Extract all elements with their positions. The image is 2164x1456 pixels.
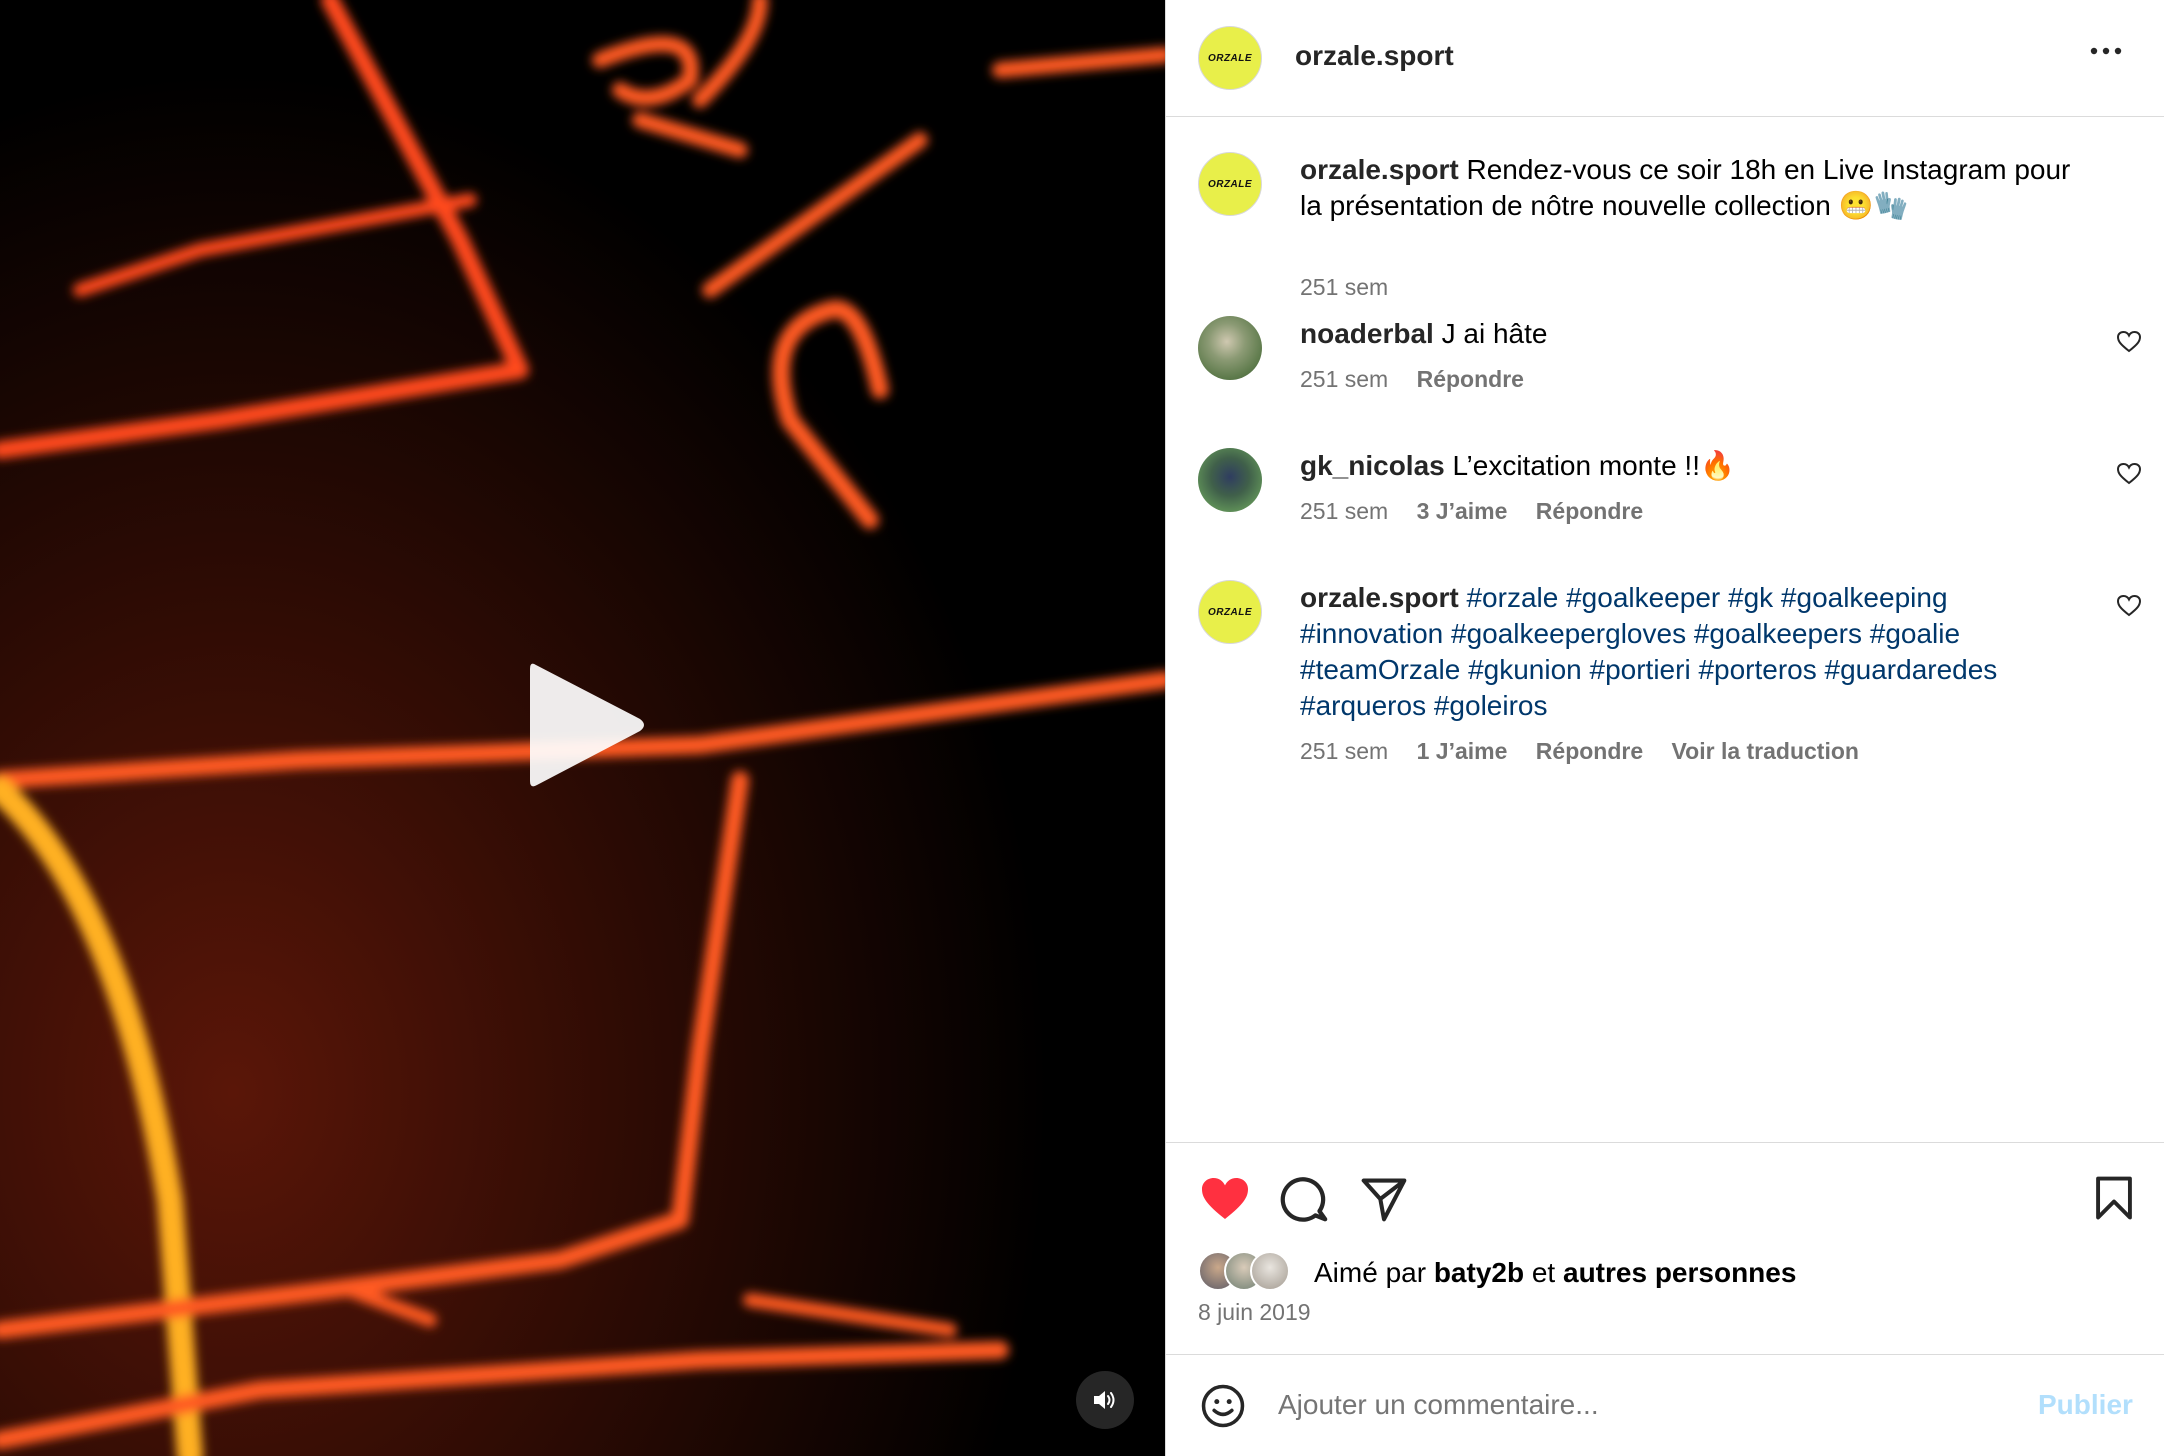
comment-username[interactable]: gk_nicolas	[1300, 450, 1445, 481]
comment-text-block: gk_nicolas L’excitation monte !!🔥	[1300, 448, 2090, 484]
post-header: ORZALE orzale.sport	[1166, 0, 2164, 117]
caption-text-block: orzale.sport Rendez-vous ce soir 18h en …	[1300, 152, 2090, 224]
commenter-avatar[interactable]	[1198, 448, 1262, 512]
reply-button[interactable]: Répondre	[1536, 498, 1643, 524]
commenter-avatar[interactable]: ORZALE	[1198, 580, 1262, 644]
post-date[interactable]: 8 juin 2019	[1198, 1299, 1311, 1326]
comment-time[interactable]: 251 sem	[1300, 366, 1388, 392]
save-bookmark-icon[interactable]	[2094, 1175, 2134, 1226]
liked-by-prefix: Aimé par	[1314, 1257, 1427, 1288]
comment-text-block: orzale.sport #orzale #goalkeeper #gk #go…	[1300, 580, 2090, 724]
share-send-icon[interactable]	[1360, 1175, 1408, 1228]
comment-meta: 251 sem Répondre	[1300, 366, 1546, 393]
comment-text: J ai hâte	[1441, 318, 1548, 349]
author-avatar[interactable]: ORZALE	[1198, 26, 1262, 90]
sound-toggle-icon[interactable]	[1076, 1371, 1134, 1429]
add-comment-bar: Publier	[1166, 1354, 2164, 1456]
comment-text: L’excitation monte !!🔥	[1452, 450, 1735, 481]
post-video[interactable]	[0, 0, 1165, 1456]
comment-like-heart-icon[interactable]	[2116, 594, 2142, 623]
comment-bubble-icon[interactable]	[1280, 1175, 1330, 1230]
liked-by-text[interactable]: Aimé par baty2b et autres personnes	[1314, 1257, 1796, 1289]
avatar-logo-text: ORZALE	[1207, 606, 1253, 618]
hashtags-line[interactable]: #innovation #goalkeepergloves #goalkeepe…	[1300, 618, 1960, 649]
comment-username[interactable]: orzale.sport	[1300, 582, 1459, 613]
liked-by-others[interactable]: autres personnes	[1563, 1257, 1796, 1288]
like-heart-icon[interactable]	[1198, 1175, 1252, 1228]
liker-avatar[interactable]	[1250, 1251, 1290, 1291]
caption-username[interactable]: orzale.sport	[1300, 154, 1459, 185]
liked-by-middle: et	[1531, 1257, 1556, 1288]
comments-list[interactable]: ORZALE orzale.sport Rendez-vous ce soir …	[1166, 118, 2164, 1142]
caption-meta: 251 sem	[1300, 274, 1410, 301]
reply-button[interactable]: Répondre	[1536, 738, 1643, 764]
hashtags-line[interactable]: #orzale #goalkeeper #gk #goalkeeping	[1466, 582, 1947, 613]
comment-username[interactable]: noaderbal	[1300, 318, 1434, 349]
post-actions: Aimé par baty2b et autres personnes 8 ju…	[1166, 1142, 2164, 1342]
comment-input[interactable]	[1278, 1389, 1978, 1421]
avatar-logo-text: ORZALE	[1207, 52, 1253, 64]
caption-avatar[interactable]: ORZALE	[1198, 152, 1262, 216]
commenter-avatar[interactable]	[1198, 316, 1262, 380]
see-translation-button[interactable]: Voir la traduction	[1672, 738, 1859, 764]
post-side-panel: ORZALE orzale.sport ORZALE orzale.sport …	[1165, 0, 2164, 1456]
caption-time[interactable]: 251 sem	[1300, 274, 1388, 300]
avatar-logo-text: ORZALE	[1207, 178, 1253, 190]
hashtags-line[interactable]: #arqueros #goleiros	[1300, 690, 1548, 721]
liked-by-user[interactable]: baty2b	[1434, 1257, 1524, 1288]
play-icon[interactable]	[520, 655, 650, 800]
emoji-smiley-icon[interactable]	[1200, 1383, 1246, 1434]
comment-time[interactable]: 251 sem	[1300, 738, 1388, 764]
comment-like-count[interactable]: 3 J’aime	[1417, 498, 1508, 524]
reply-button[interactable]: Répondre	[1417, 366, 1524, 392]
comment-like-heart-icon[interactable]	[2116, 462, 2142, 491]
author-username[interactable]: orzale.sport	[1295, 40, 1454, 72]
comment-like-heart-icon[interactable]	[2116, 330, 2142, 359]
comment-meta: 251 sem 3 J’aime Répondre	[1300, 498, 1665, 525]
comment-meta: 251 sem 1 J’aime Répondre Voir la traduc…	[1300, 738, 1881, 765]
comment-time[interactable]: 251 sem	[1300, 498, 1388, 524]
comment-like-count[interactable]: 1 J’aime	[1417, 738, 1508, 764]
hashtags-line[interactable]: #teamOrzale #gkunion #portieri #porteros…	[1300, 654, 1997, 685]
comment-text-block: noaderbal J ai hâte	[1300, 316, 2090, 352]
publish-button[interactable]: Publier	[2038, 1389, 2133, 1421]
more-options-icon[interactable]	[2090, 42, 2122, 60]
